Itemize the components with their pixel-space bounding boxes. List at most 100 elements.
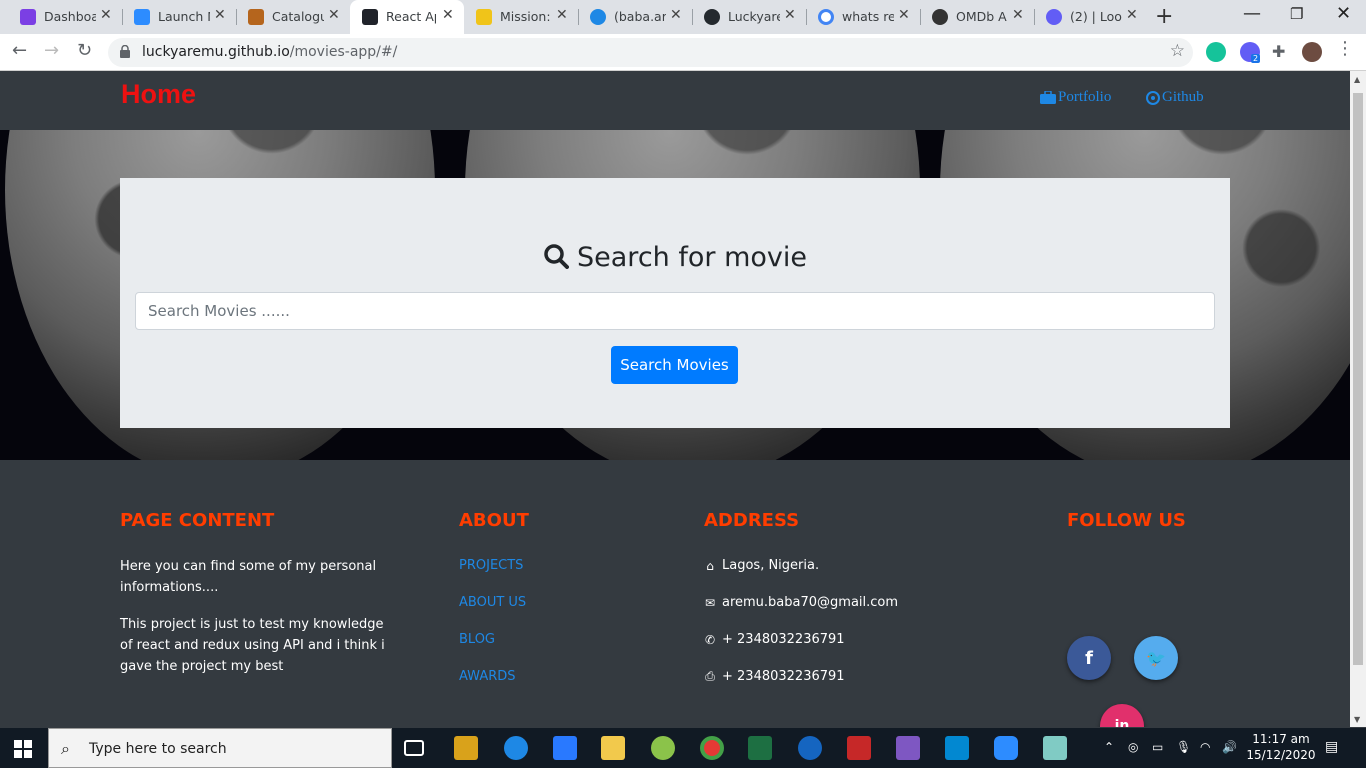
- browser-tab[interactable]: (baba.are ✕: [570, 0, 692, 34]
- search-movies-button[interactable]: Search Movies: [611, 346, 738, 384]
- acrobat-icon[interactable]: [847, 736, 871, 760]
- tab-favicon-icon: [248, 9, 264, 25]
- wifi-icon[interactable]: ◠: [1200, 740, 1210, 754]
- tab-favicon-icon: [1046, 9, 1062, 25]
- close-tab-icon[interactable]: ✕: [670, 7, 682, 23]
- reload-icon[interactable]: ↻: [77, 40, 92, 61]
- back-icon[interactable]: ←: [12, 40, 27, 61]
- grammarly-extension-icon[interactable]: [1206, 42, 1226, 62]
- phone-icon: ✆: [704, 632, 716, 647]
- task-view-icon[interactable]: [404, 740, 424, 756]
- puzzle-extensions-icon[interactable]: ✚: [1272, 42, 1285, 61]
- git-icon[interactable]: [896, 736, 920, 760]
- taskbar-search-box[interactable]: ⌕ Type here to search: [48, 728, 392, 768]
- linkedin-icon[interactable]: in: [1100, 704, 1144, 727]
- github-link-label: Github: [1162, 89, 1204, 105]
- github-link[interactable]: Github: [1146, 89, 1204, 106]
- mail-icon[interactable]: [553, 736, 577, 760]
- tab-favicon-icon: [590, 9, 606, 25]
- tab-title: Dashboar: [44, 9, 96, 24]
- scrollbar-thumb[interactable]: [1353, 93, 1363, 665]
- awards-link[interactable]: AWARDS: [459, 669, 516, 684]
- browser-tab[interactable]: Catalogu ✕: [228, 0, 350, 34]
- search-heading-text: Search for movie: [577, 242, 807, 273]
- portfolio-link-label: Portfolio: [1058, 89, 1112, 105]
- browser-tab[interactable]: whats rec ✕: [798, 0, 920, 34]
- browser-tab[interactable]: Launch M ✕: [114, 0, 236, 34]
- address-fax: ⎙ + 2348032236791: [705, 669, 845, 684]
- tab-title: Mission:: [500, 9, 551, 24]
- github-icon: [1146, 90, 1160, 105]
- close-tab-icon[interactable]: ✕: [214, 7, 226, 23]
- close-tab-icon[interactable]: ✕: [556, 7, 568, 23]
- browser-tab[interactable]: OMDb A ✕: [912, 0, 1034, 34]
- close-window-icon[interactable]: ✕: [1336, 3, 1351, 24]
- about-us-link[interactable]: ABOUT US: [459, 595, 526, 610]
- close-tab-icon[interactable]: ✕: [100, 7, 112, 23]
- close-tab-icon[interactable]: ✕: [898, 7, 910, 23]
- volume-icon[interactable]: 🔊: [1222, 740, 1237, 754]
- tray-chevron-icon[interactable]: ⌃: [1104, 740, 1114, 754]
- site-footer: PAGE CONTENT Here you can find some of m…: [0, 460, 1350, 727]
- microphone-icon[interactable]: 🎙: [1176, 740, 1191, 754]
- projects-link[interactable]: PROJECTS: [459, 558, 523, 573]
- close-tab-icon[interactable]: ✕: [328, 7, 340, 23]
- excel-icon[interactable]: [748, 736, 772, 760]
- tab-favicon-icon: [476, 9, 492, 25]
- facebook-icon[interactable]: f: [1067, 636, 1111, 680]
- home-icon: ⌂: [706, 558, 714, 573]
- browser-tab-active[interactable]: React Ap ✕: [350, 0, 464, 34]
- minimize-icon[interactable]: —: [1243, 3, 1261, 24]
- windows-start-icon[interactable]: [14, 740, 32, 758]
- address-phone: ✆ + 2348032236791: [704, 632, 845, 647]
- page-content-paragraph: This project is just to test my knowledg…: [120, 617, 385, 674]
- blog-link[interactable]: BLOG: [459, 632, 495, 647]
- tab-title: (2) | Loon: [1070, 9, 1122, 24]
- bookmark-star-icon[interactable]: ☆: [1170, 41, 1185, 61]
- webpage: Home Portfolio Github Search for movie S…: [0, 71, 1350, 727]
- search-movies-input[interactable]: [135, 292, 1215, 330]
- edge-icon[interactable]: [504, 736, 528, 760]
- close-tab-icon[interactable]: ✕: [1012, 7, 1024, 23]
- tray-app-icon[interactable]: ◎: [1128, 740, 1138, 754]
- close-tab-icon[interactable]: ✕: [442, 7, 454, 23]
- app-icon[interactable]: [1043, 736, 1067, 760]
- new-tab-icon[interactable]: +: [1155, 4, 1173, 29]
- clock-time: 11:17 am: [1252, 732, 1310, 746]
- portfolio-link[interactable]: Portfolio: [1040, 89, 1111, 106]
- close-tab-icon[interactable]: ✕: [1126, 7, 1138, 23]
- notifications-icon[interactable]: ▤: [1325, 739, 1338, 755]
- file-explorer-icon[interactable]: [601, 736, 625, 760]
- zoom-icon[interactable]: [994, 736, 1018, 760]
- vscode-icon[interactable]: [945, 736, 969, 760]
- restore-icon[interactable]: ❐: [1290, 5, 1303, 23]
- scroll-down-icon[interactable]: ▼: [1354, 715, 1360, 724]
- app-icon[interactable]: [798, 736, 822, 760]
- printer-icon: ⎙: [705, 669, 715, 683]
- search-icon: ⌕: [61, 739, 70, 758]
- close-tab-icon[interactable]: ✕: [784, 7, 796, 23]
- envelope-icon: ✉: [704, 595, 716, 610]
- forward-icon[interactable]: →: [44, 40, 59, 61]
- battery-icon[interactable]: ▭: [1152, 740, 1163, 754]
- address-bar[interactable]: luckyaremu.github.io/movies-app/#/ ☆: [108, 38, 1193, 67]
- chrome-icon[interactable]: [700, 736, 724, 760]
- address-location: ⌂ Lagos, Nigeria.: [704, 558, 819, 573]
- scroll-up-icon[interactable]: ▲: [1354, 75, 1360, 84]
- browser-tab-strip: Dashboar ✕ Launch M ✕ Catalogu ✕ React A…: [0, 0, 1366, 34]
- menu-kebab-icon[interactable]: ⋮: [1336, 38, 1354, 59]
- browser-tab[interactable]: Mission: ✕: [456, 0, 578, 34]
- browser-tab[interactable]: Dashboar ✕: [0, 0, 122, 34]
- home-brand-link[interactable]: Home: [121, 79, 196, 110]
- page-scrollbar[interactable]: ▲ ▼: [1350, 71, 1366, 727]
- profile-avatar[interactable]: [1302, 42, 1322, 62]
- twitter-icon[interactable]: 🐦: [1134, 636, 1178, 680]
- clock-date: 15/12/2020: [1246, 748, 1316, 762]
- address-heading: ADDRESS: [704, 510, 800, 531]
- browser-tab[interactable]: Luckyare ✕: [684, 0, 806, 34]
- tab-title: OMDb A: [956, 9, 1007, 24]
- paint-icon[interactable]: [651, 736, 675, 760]
- store-icon[interactable]: [454, 736, 478, 760]
- browser-tab[interactable]: (2) | Loon ✕: [1026, 0, 1148, 34]
- system-clock[interactable]: 11:17 am 15/12/2020: [1246, 731, 1316, 763]
